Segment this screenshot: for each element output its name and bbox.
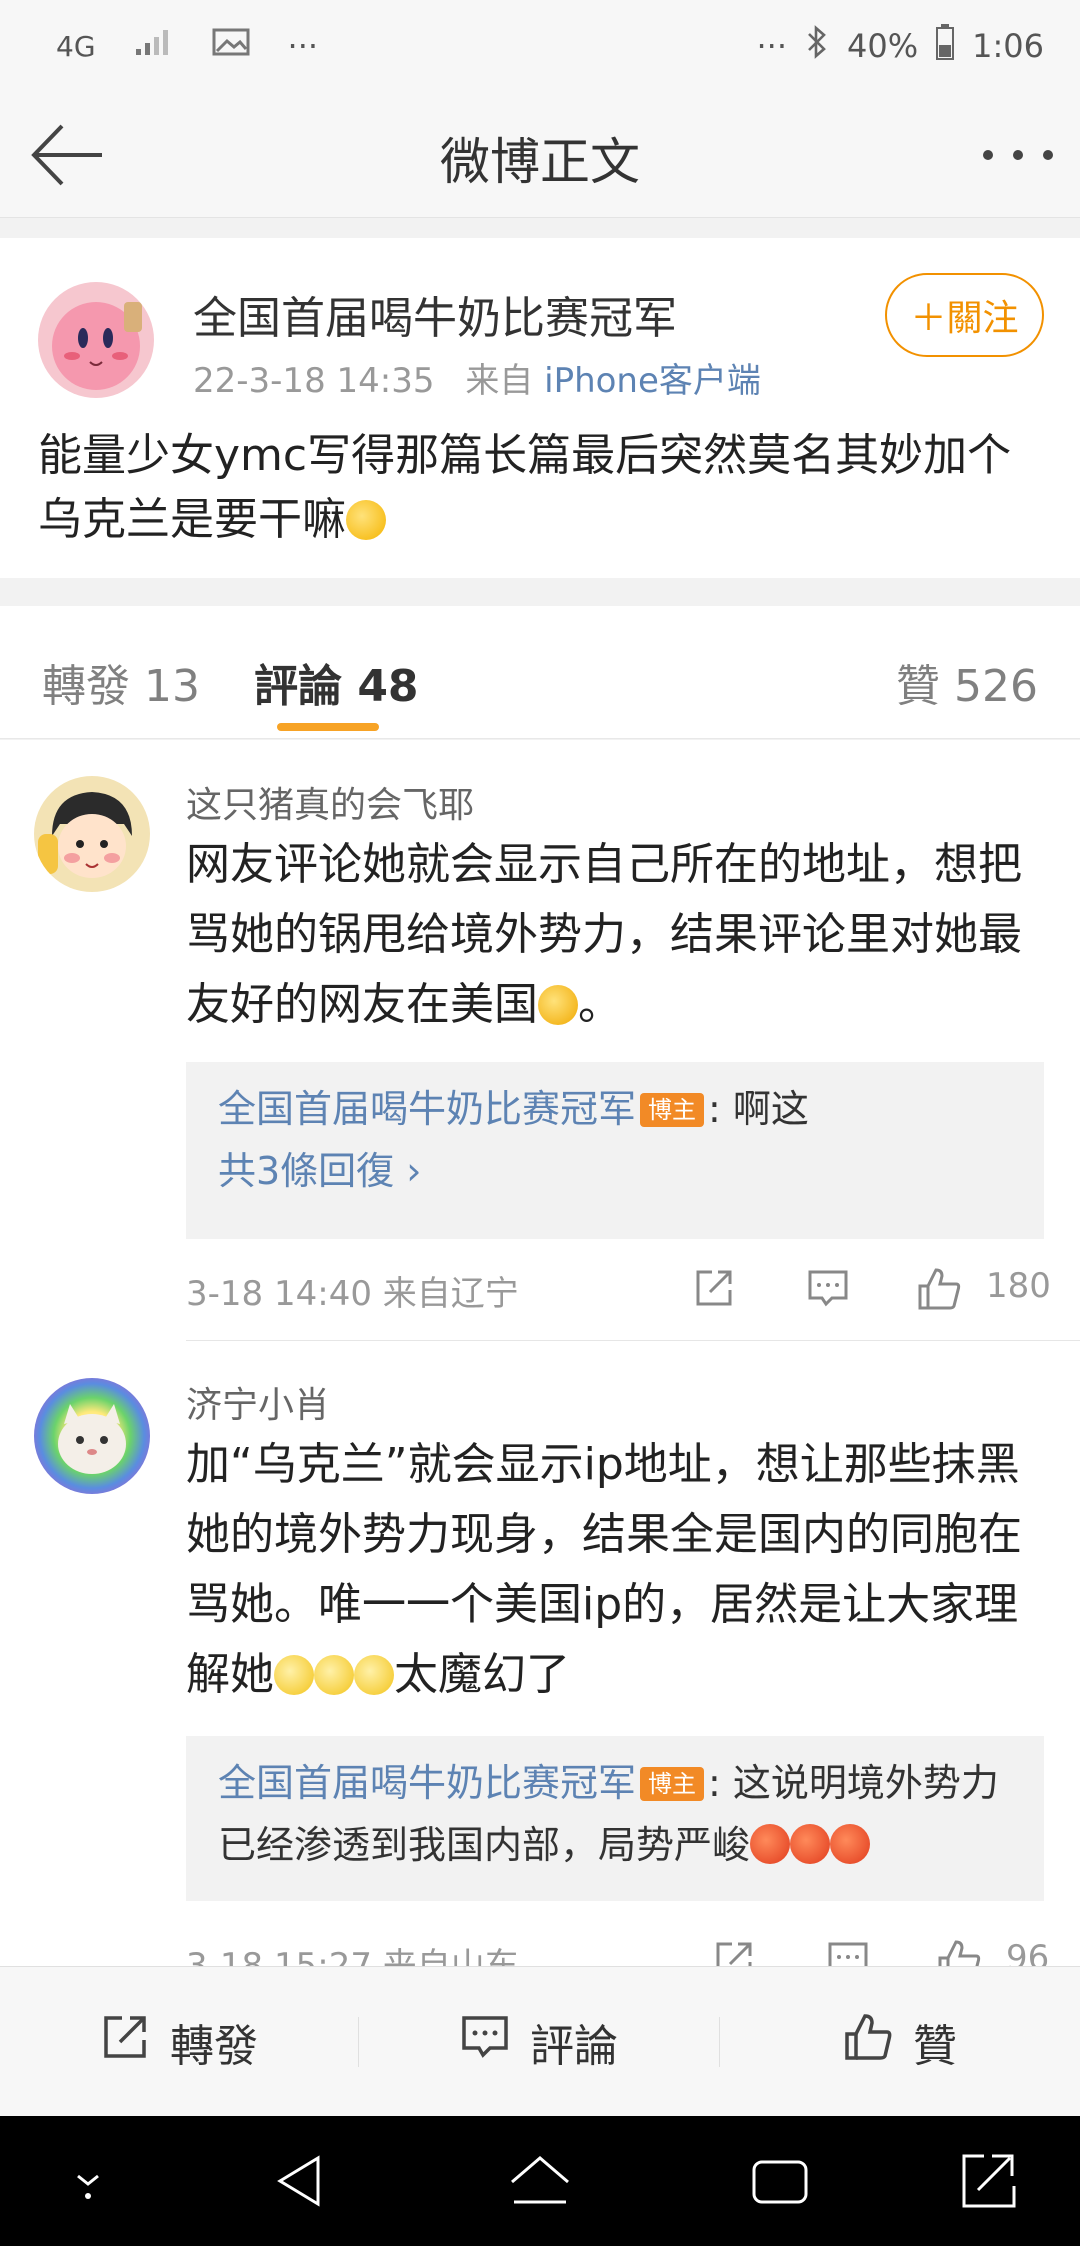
smiling-face-emoji-icon (274, 1655, 314, 1695)
expand-screen-icon[interactable] (948, 2146, 1028, 2216)
like-count: 96 (1006, 1938, 1050, 1966)
reply-preview[interactable]: 全国首届喝牛奶比赛冠军 博主: 这说明境外势力已经渗透到我国内部，局势严峻 (186, 1736, 1044, 1901)
like-button[interactable]: 贊 (720, 1967, 1080, 2117)
comment-text: 加“乌克兰”就会显示ip地址，想让那些抹黑她的境外势力现身，结果全是国内的同胞在… (186, 1430, 1048, 1710)
repost-label: 轉發 (170, 2021, 258, 2072)
comment-item: 济宁小肖 加“乌克兰”就会显示ip地址，想让那些抹黑她的境外势力现身，结果全是国… (0, 1340, 1080, 1966)
reply-author-name[interactable]: 全国首届喝牛奶比赛冠军 (218, 1087, 636, 1131)
thinking-face-emoji-icon (346, 500, 386, 540)
post-author-name[interactable]: 全国首届喝牛奶比赛冠军 (193, 282, 677, 346)
gallery-icon (212, 27, 250, 65)
tab-reposts[interactable]: 轉發 13 (42, 650, 200, 714)
post-text: 能量少女ymc写得那篇长篇最后突然莫名其妙加个乌克兰是要干嘛 (38, 424, 1048, 552)
reply-text: : 啊这 (708, 1087, 809, 1131)
comment-item: 这只猪真的会飞耶 网友评论她就会显示自己所在的地址，想把骂她的锅甩给境外势力，结… (0, 740, 1080, 1239)
status-bar: 4G ··· ··· 40% 1:06 (0, 0, 1080, 92)
author-badge: 博主 (640, 1093, 705, 1127)
active-tab-indicator (277, 723, 379, 731)
angry-face-emoji-icon (790, 1824, 831, 1864)
comment-label: 評論 (530, 2021, 618, 2072)
comment-footer: 3-18 14:40 来自辽宁 180 (186, 1266, 1051, 1319)
share-icon[interactable] (712, 1938, 756, 1966)
repost-icon (100, 2012, 150, 2073)
reply-comment-icon[interactable] (806, 1266, 850, 1319)
comment-body-end: 太魔幻了 (394, 1649, 570, 1700)
author-badge: 博主 (640, 1767, 705, 1801)
commenter-name[interactable]: 济宁小肖 (186, 1376, 330, 1428)
post-from-label: 来自 (465, 361, 534, 401)
reply-preview[interactable]: 全国首届喝牛奶比赛冠军 博主: 啊这 共3條回復 › (186, 1062, 1044, 1239)
comment-button[interactable]: 評論 (359, 1967, 719, 2117)
home-nav-icon[interactable] (500, 2146, 580, 2216)
repost-button[interactable]: 轉發 (0, 1967, 358, 2117)
post-meta: 22-3-18 14:35 来自 iPhone客户端 (193, 353, 761, 402)
back-nav-icon[interactable] (260, 2146, 340, 2216)
post-source[interactable]: iPhone客户端 (544, 361, 761, 401)
recent-apps-icon[interactable] (740, 2146, 820, 2216)
comment-icon (460, 2012, 510, 2073)
like-thumb-icon[interactable] (916, 1266, 962, 1321)
post-body: 能量少女ymc写得那篇长篇最后突然莫名其妙加个乌克兰是要干嘛 (38, 430, 1012, 545)
laughing-tears-emoji-icon (538, 985, 578, 1025)
angry-face-emoji-icon (750, 1824, 791, 1864)
smiling-face-emoji-icon (354, 1655, 394, 1695)
network-indicator: 4G (56, 29, 96, 63)
bottom-toolbar: 轉發 評論 贊 (0, 1966, 1080, 2116)
like-count: 180 (986, 1266, 1051, 1306)
commenter-avatar[interactable] (34, 776, 150, 892)
angry-face-emoji-icon (830, 1824, 871, 1864)
more-status-icon: ··· (756, 27, 788, 65)
reply-author-name[interactable]: 全国首届喝牛奶比赛冠军 (218, 1761, 636, 1805)
post-time: 22-3-18 14:35 (193, 361, 435, 401)
smiling-face-emoji-icon (314, 1655, 354, 1695)
comment-text: 网友评论她就会显示自己所在的地址，想把骂她的锅甩给境外势力，结果评论里对她最友好… (186, 830, 1048, 1040)
more-notifications-icon: ··· (287, 27, 319, 65)
comment-body: 加“乌克兰”就会显示ip地址，想让那些抹黑她的境外势力现身，结果全是国内的同胞在… (186, 1439, 1022, 1700)
thumbs-up-icon (843, 2012, 893, 2073)
hide-keyboard-icon[interactable] (48, 2146, 128, 2216)
view-replies-link[interactable]: 共3條回復 › (218, 1140, 1012, 1202)
battery-percent: 40% (847, 27, 919, 65)
comment-body-end: 。 (578, 979, 622, 1030)
like-thumb-icon[interactable] (936, 1938, 982, 1966)
post-tabs: 轉發 13 評論 48 贊 526 (0, 606, 1080, 739)
like-label: 贊 (913, 2021, 957, 2072)
reply-line: 全国首届喝牛奶比赛冠军 博主: 啊这 (218, 1078, 1012, 1140)
follow-button[interactable]: ＋關注 (885, 273, 1044, 357)
commenter-name[interactable]: 这只猪真的会飞耶 (186, 776, 474, 828)
screen: 4G ··· ··· 40% 1:06 微博正文 全国首届喝牛奶比赛冠军 22-… (0, 0, 1080, 2246)
more-options-button[interactable] (976, 120, 1060, 190)
signal-icon (134, 27, 174, 65)
comment-footer: 3-18 15:27 来自山东 96 (186, 1938, 1050, 1966)
system-navigation-bar (0, 2116, 1080, 2246)
original-post: 全国首届喝牛奶比赛冠军 22-3-18 14:35 来自 iPhone客户端 ＋… (0, 238, 1080, 578)
clock: 1:06 (972, 27, 1044, 65)
bluetooth-icon (805, 25, 829, 67)
reply-comment-icon[interactable] (826, 1938, 870, 1966)
share-icon[interactable] (692, 1266, 736, 1319)
commenter-avatar[interactable] (34, 1378, 150, 1494)
tab-comments[interactable]: 評論 48 (254, 650, 419, 714)
comment-time-location: 3-18 15:27 来自山东 (186, 1946, 519, 1966)
page-title: 微博正文 (440, 133, 640, 191)
author-avatar[interactable] (38, 282, 154, 398)
comment-list: 这只猪真的会飞耶 网友评论她就会显示自己所在的地址，想把骂她的锅甩给境外势力，结… (0, 740, 1080, 1966)
comment-time-location: 3-18 14:40 来自辽宁 (186, 1274, 519, 1314)
nav-bar: 微博正文 (0, 92, 1080, 218)
tab-likes[interactable]: 贊 526 (896, 650, 1038, 714)
battery-icon (936, 24, 955, 68)
